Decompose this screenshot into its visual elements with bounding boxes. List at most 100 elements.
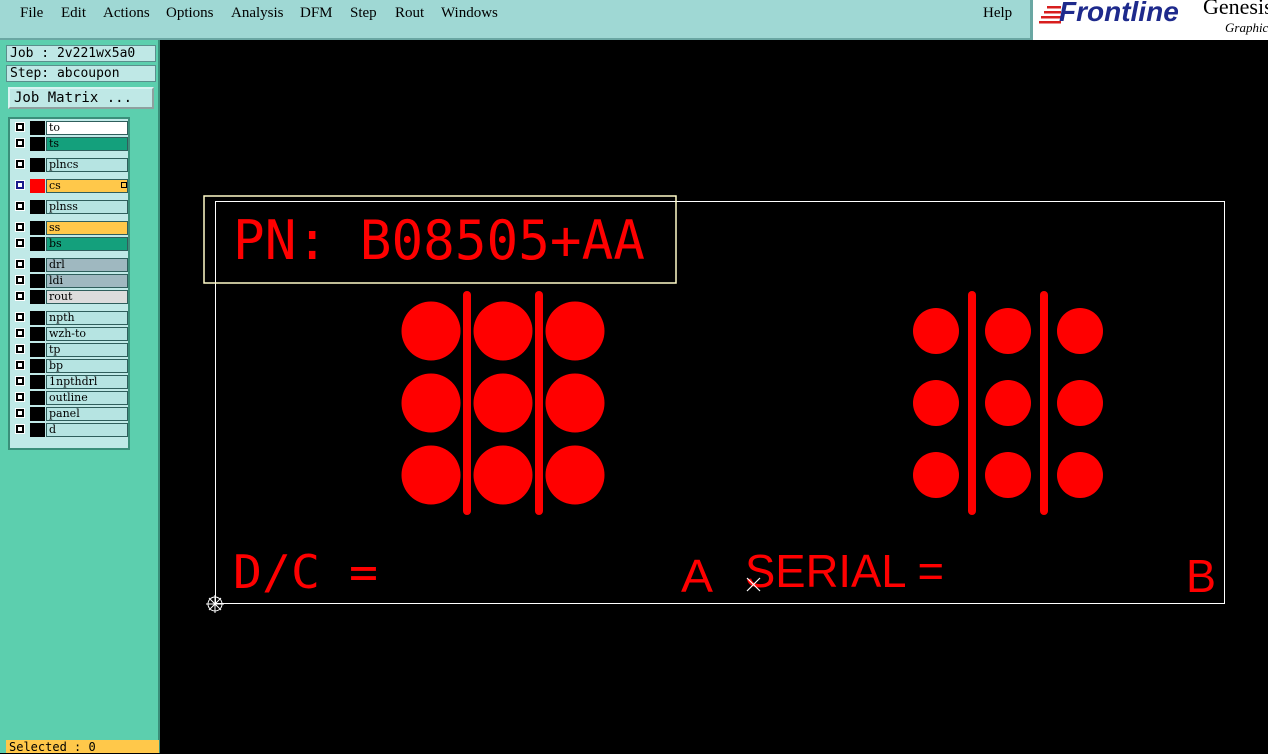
serial-text: SERIAL =: [745, 545, 944, 597]
layer-name[interactable]: bp: [46, 359, 128, 373]
layer-name[interactable]: 1npthdrl: [46, 375, 128, 389]
layer-name[interactable]: panel: [46, 407, 128, 421]
layer-name[interactable]: ss: [46, 221, 128, 235]
layer-color-swatch[interactable]: [30, 158, 45, 172]
layer-color-swatch[interactable]: [30, 274, 45, 288]
layer-name[interactable]: npth: [46, 311, 128, 325]
layer-row-ldi[interactable]: ldi: [12, 274, 130, 288]
layer-checkbox[interactable]: [15, 392, 25, 402]
menu-help[interactable]: Help: [983, 5, 1012, 22]
layer-name[interactable]: rout: [46, 290, 128, 304]
layer-color-swatch[interactable]: [30, 311, 45, 325]
menu-file[interactable]: File: [20, 5, 43, 22]
layer-checkbox[interactable]: [15, 360, 25, 370]
job-name: Job : 2v221wx5a0: [6, 45, 156, 62]
layer-color-swatch[interactable]: [30, 343, 45, 357]
layer-row-bp[interactable]: bp: [12, 359, 130, 373]
layer-color-swatch[interactable]: [30, 258, 45, 272]
layer-name[interactable]: outline: [46, 391, 128, 405]
layer-name[interactable]: cs: [46, 179, 128, 193]
layer-row-panel[interactable]: panel: [12, 407, 130, 421]
layer-name[interactable]: d: [46, 423, 128, 437]
pad-group-right: [913, 291, 1103, 515]
layer-name[interactable]: drl: [46, 258, 128, 272]
frontline-logo: Frontline: [1059, 0, 1179, 27]
menu-edit[interactable]: Edit: [61, 5, 86, 22]
layer-row-drl[interactable]: drl: [12, 258, 130, 272]
layer-row-rout[interactable]: rout: [12, 290, 130, 304]
layer-color-swatch[interactable]: [30, 290, 45, 304]
layer-checkbox[interactable]: [15, 312, 25, 322]
side-label-b: B: [1186, 550, 1216, 602]
menu-actions[interactable]: Actions: [103, 5, 150, 22]
layer-color-swatch[interactable]: [30, 200, 45, 214]
layer-checkbox[interactable]: [15, 122, 25, 132]
layer-checkbox[interactable]: [15, 344, 25, 354]
layer-checkbox[interactable]: [15, 159, 25, 169]
active-layer-marker-icon: [121, 182, 127, 188]
layer-color-swatch[interactable]: [30, 407, 45, 421]
layer-color-swatch[interactable]: [30, 359, 45, 373]
part-number-text: PN: B08505+AA: [233, 209, 645, 272]
product-name: Genesis: [1203, 0, 1268, 19]
layer-color-swatch[interactable]: [30, 121, 45, 135]
pad-group-left: [401, 291, 605, 515]
layer-row-wzh-to[interactable]: wzh-to: [12, 327, 130, 341]
date-code-text: D/C =: [233, 545, 378, 599]
menu-analysis[interactable]: Analysis: [231, 5, 284, 22]
layer-name[interactable]: wzh-to: [46, 327, 128, 341]
layer-checkbox[interactable]: [15, 259, 25, 269]
layer-checkbox[interactable]: [15, 275, 25, 285]
layer-name[interactable]: ts: [46, 137, 128, 151]
layer-row-bs[interactable]: bs: [12, 237, 130, 251]
layer-row-d[interactable]: d: [12, 423, 130, 437]
layer-row-tp[interactable]: tp: [12, 343, 130, 357]
layer-checkbox[interactable]: [15, 138, 25, 148]
layer-color-swatch[interactable]: [30, 137, 45, 151]
layer-row-cs[interactable]: cs: [12, 179, 130, 193]
menu-options[interactable]: Options: [166, 5, 214, 22]
layer-checkbox[interactable]: [15, 238, 25, 248]
layer-panel: Job : 2v221wx5a0 Step: abcoupon Job Matr…: [0, 40, 160, 754]
layer-name[interactable]: ldi: [46, 274, 128, 288]
layer-checkbox[interactable]: [15, 291, 25, 301]
layer-name[interactable]: to: [46, 121, 128, 135]
layer-checkbox[interactable]: [15, 180, 25, 190]
layer-row-npth[interactable]: npth: [12, 311, 130, 325]
layer-color-swatch[interactable]: [30, 423, 45, 437]
layer-row-outline[interactable]: outline: [12, 391, 130, 405]
layer-name[interactable]: plncs: [46, 158, 128, 172]
menu-windows[interactable]: Windows: [441, 5, 498, 22]
layer-color-swatch[interactable]: [30, 179, 45, 193]
job-matrix-button[interactable]: Job Matrix ...: [8, 87, 154, 109]
layer-checkbox[interactable]: [15, 376, 25, 386]
layer-checkbox[interactable]: [15, 424, 25, 434]
layer-checkbox[interactable]: [15, 328, 25, 338]
layer-name[interactable]: plnss: [46, 200, 128, 214]
selected-count: Selected : 0: [6, 740, 159, 754]
side-label-a: A: [681, 550, 713, 602]
layer-color-swatch[interactable]: [30, 391, 45, 405]
frontline-stripes-icon: [1039, 6, 1061, 24]
layer-row-ss[interactable]: ss: [12, 221, 130, 235]
layer-checkbox[interactable]: [15, 408, 25, 418]
menu-rout[interactable]: Rout: [395, 5, 424, 22]
layer-name[interactable]: bs: [46, 237, 128, 251]
layer-color-swatch[interactable]: [30, 221, 45, 235]
layer-row-plnss[interactable]: plnss: [12, 200, 130, 214]
layer-checkbox[interactable]: [15, 222, 25, 232]
layer-row-plncs[interactable]: plncs: [12, 158, 130, 172]
graphics-canvas[interactable]: PN: B08505+AA D/C = A SERIAL = B: [160, 40, 1268, 753]
layer-color-swatch[interactable]: [30, 375, 45, 389]
menu-step[interactable]: Step: [350, 5, 377, 22]
brand-banner: Frontline Genesis Graphic: [1030, 0, 1268, 40]
layer-row-1npthdrl[interactable]: 1npthdrl: [12, 375, 130, 389]
layer-color-swatch[interactable]: [30, 327, 45, 341]
menu-bar: File Edit Actions Options Analysis DFM S…: [0, 0, 1030, 40]
layer-name[interactable]: tp: [46, 343, 128, 357]
layer-row-ts[interactable]: ts: [12, 137, 130, 151]
layer-row-to[interactable]: to: [12, 121, 130, 135]
layer-checkbox[interactable]: [15, 201, 25, 211]
menu-dfm[interactable]: DFM: [300, 5, 333, 22]
layer-color-swatch[interactable]: [30, 237, 45, 251]
